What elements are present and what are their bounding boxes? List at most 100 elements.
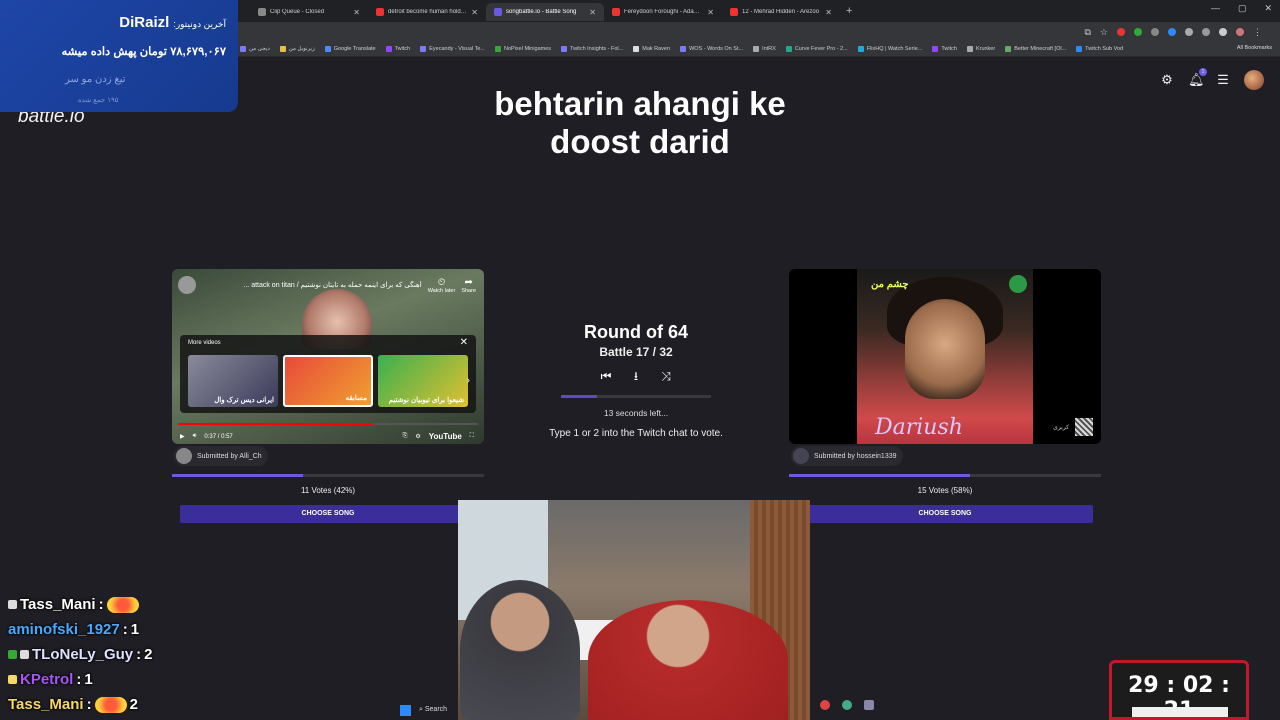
bookmark-item[interactable]: Twitch bbox=[385, 46, 410, 52]
shuffle-icon[interactable]: ⤨ bbox=[659, 369, 673, 383]
tab-songbattle[interactable]: songbattle.io - Battle Song ✕ bbox=[486, 3, 604, 21]
related-video-thumbnail[interactable]: شیعوا برای تیوبیان نوشتیم bbox=[378, 355, 468, 407]
chevron-right-icon[interactable]: › bbox=[467, 375, 470, 386]
taskbar-search[interactable]: ⌕ Search bbox=[419, 706, 447, 714]
volume-icon[interactable]: 🔊︎ bbox=[193, 433, 197, 440]
close-window-icon[interactable]: ✕ bbox=[1264, 3, 1272, 14]
bookmark-item[interactable]: IntRX bbox=[753, 46, 776, 52]
bookmark-item[interactable]: زیرنویل من bbox=[279, 46, 315, 52]
bookmark-item[interactable]: FlixHQ | Watch Serie... bbox=[857, 46, 922, 52]
taskbar-apps bbox=[820, 700, 874, 710]
tab-fereydoon[interactable]: Fereydoon Foroughi - Adamak ✕ bbox=[604, 3, 722, 21]
youtube-logo[interactable]: YouTube bbox=[429, 432, 462, 441]
calculator-icon[interactable] bbox=[864, 700, 874, 710]
tab-detroit[interactable]: detroit become human hold on ✕ bbox=[368, 3, 486, 21]
last-donor: آخرین دونیتور: DiRaizl bbox=[119, 14, 226, 31]
tab-clip-queue[interactable]: Clip Queue - Closed ✕ bbox=[250, 3, 368, 21]
close-icon[interactable]: ✕ bbox=[589, 8, 596, 17]
avatar bbox=[176, 448, 192, 464]
bookmark-item[interactable]: Mak Raven bbox=[633, 46, 670, 52]
menu-dots-icon[interactable]: ⋮ bbox=[1253, 27, 1262, 38]
close-icon[interactable]: ✕ bbox=[707, 8, 714, 17]
choose-song-1-button[interactable]: CHOOSE SONG bbox=[180, 505, 476, 523]
app-icon[interactable] bbox=[842, 700, 852, 710]
new-tab-button[interactable]: + bbox=[840, 5, 858, 17]
bookmark-icon bbox=[1005, 46, 1012, 52]
fullscreen-icon[interactable]: ⛶ bbox=[470, 433, 474, 440]
tab-favicon-icon bbox=[730, 8, 738, 16]
chat-username: aminofski_1927 bbox=[8, 621, 120, 638]
chat-badge-icon bbox=[8, 650, 17, 659]
chrome-icon[interactable] bbox=[820, 700, 830, 710]
round-label: Round of 64 bbox=[584, 322, 688, 342]
bookmark-item[interactable]: Eyecandy - Visual Te... bbox=[420, 46, 485, 52]
bookmark-item[interactable]: دیجی من bbox=[240, 46, 270, 52]
close-icon[interactable]: ✕ bbox=[471, 8, 478, 17]
video-controls: ▶ 🔊︎ 0:37 / 0:57 ⎘ ⚙ YouTube ⛶ bbox=[180, 432, 474, 441]
close-icon[interactable]: ✕ bbox=[353, 8, 360, 17]
bookmark-icon bbox=[966, 46, 973, 52]
extension-icon[interactable] bbox=[1185, 28, 1193, 36]
avatar[interactable] bbox=[1244, 70, 1264, 90]
song-2-votes: 15 Votes (58%) bbox=[917, 486, 973, 495]
song-1-video-embed[interactable]: آهنگی که برای اینمه حمله به تایتان نوشتی… bbox=[172, 269, 484, 444]
chat-message: TLoNeLy_Guy:2 bbox=[8, 642, 248, 667]
bookmark-item[interactable]: Twitch Sub Vod bbox=[1076, 46, 1123, 52]
choose-song-2-button[interactable]: CHOOSE SONG bbox=[797, 505, 1093, 523]
share-button[interactable]: ➦ Share bbox=[461, 277, 476, 294]
profile-icon[interactable] bbox=[1236, 28, 1244, 36]
minimize-icon[interactable]: — bbox=[1211, 3, 1220, 14]
captions-icon[interactable]: ⎘ bbox=[403, 433, 408, 440]
bookmark-item[interactable]: Curve Fever Pro - 2... bbox=[785, 46, 848, 52]
maximize-icon[interactable]: ▢ bbox=[1238, 3, 1247, 14]
all-bookmarks-button[interactable]: All Bookmarks bbox=[1230, 45, 1272, 51]
download-icon[interactable]: ⭳ bbox=[629, 369, 643, 383]
countdown-bar bbox=[561, 395, 711, 398]
song-2-submitter: Submitted by hossein1339 bbox=[791, 446, 903, 466]
stream-timer: 29 : 02 : 21 bbox=[1109, 660, 1249, 720]
extension-icon[interactable] bbox=[1151, 28, 1159, 36]
avatar bbox=[793, 448, 809, 464]
extension-icon[interactable] bbox=[1202, 28, 1210, 36]
song-1-vote-bar bbox=[172, 474, 484, 477]
extension-icon[interactable] bbox=[1168, 28, 1176, 36]
bookmark-item[interactable]: Google Translate bbox=[324, 46, 376, 52]
chat-overlay: Tass_Mani: aminofski_1927:1 TLoNeLy_Guy:… bbox=[8, 592, 248, 717]
related-video-thumbnail[interactable]: ایرانی دیس ترک وال bbox=[188, 355, 278, 407]
bookmark-item[interactable]: Twitch bbox=[932, 46, 957, 52]
settings-icon[interactable]: ⚙ bbox=[415, 433, 420, 440]
bookmark-item[interactable]: WOS - Words On St... bbox=[680, 46, 743, 52]
bookmark-item[interactable]: NoPixel Minigames bbox=[494, 46, 551, 52]
watch-later-button[interactable]: ⏲ Watch later bbox=[428, 277, 456, 294]
cast-icon[interactable]: ⧉ bbox=[1084, 27, 1090, 38]
twitch-icon bbox=[385, 46, 392, 52]
related-video-thumbnail[interactable]: مسابقه bbox=[283, 355, 373, 407]
close-icon[interactable]: ✕ bbox=[460, 337, 468, 348]
extension-icon[interactable] bbox=[1219, 28, 1227, 36]
vote-bar-fill bbox=[172, 474, 304, 477]
extension-icon[interactable] bbox=[1134, 28, 1142, 36]
video-progress-bar[interactable] bbox=[178, 423, 478, 425]
bell-icon[interactable]: 🔔︎ 1 bbox=[1188, 68, 1207, 87]
close-icon[interactable]: ✕ bbox=[825, 8, 832, 17]
extension-icon[interactable] bbox=[1117, 28, 1125, 36]
windows-start-icon[interactable] bbox=[400, 704, 411, 716]
star-icon[interactable]: ☆ bbox=[1100, 27, 1108, 38]
bookmark-item[interactable]: Twitch Insights - Fol... bbox=[561, 46, 623, 52]
album-cover-image: چشم من Dariush bbox=[857, 269, 1033, 444]
play-icon[interactable]: ▶ bbox=[180, 433, 185, 440]
tab-favicon-icon bbox=[376, 8, 384, 16]
webcam-overlay bbox=[458, 500, 810, 720]
tab-mehrad[interactable]: 12 - Mehrad Hidden - Arezoo ✕ bbox=[722, 3, 840, 21]
bookmark-icon bbox=[680, 46, 687, 52]
bookmark-item[interactable]: Krunker bbox=[966, 46, 995, 52]
previous-icon[interactable]: ⏮ bbox=[599, 369, 613, 383]
gear-icon[interactable]: ⚙ bbox=[1160, 73, 1174, 87]
bookmark-item[interactable]: Better Minecraft [Ol... bbox=[1005, 46, 1066, 52]
bookmark-icon bbox=[785, 46, 792, 52]
hamburger-menu-icon[interactable]: ☰ bbox=[1216, 73, 1230, 87]
chat-badge-icon bbox=[8, 600, 17, 609]
song-2-cover[interactable]: چشم من Dariush کریزی bbox=[789, 269, 1101, 444]
channel-avatar[interactable] bbox=[178, 276, 196, 294]
bookmark-icon bbox=[561, 46, 568, 52]
